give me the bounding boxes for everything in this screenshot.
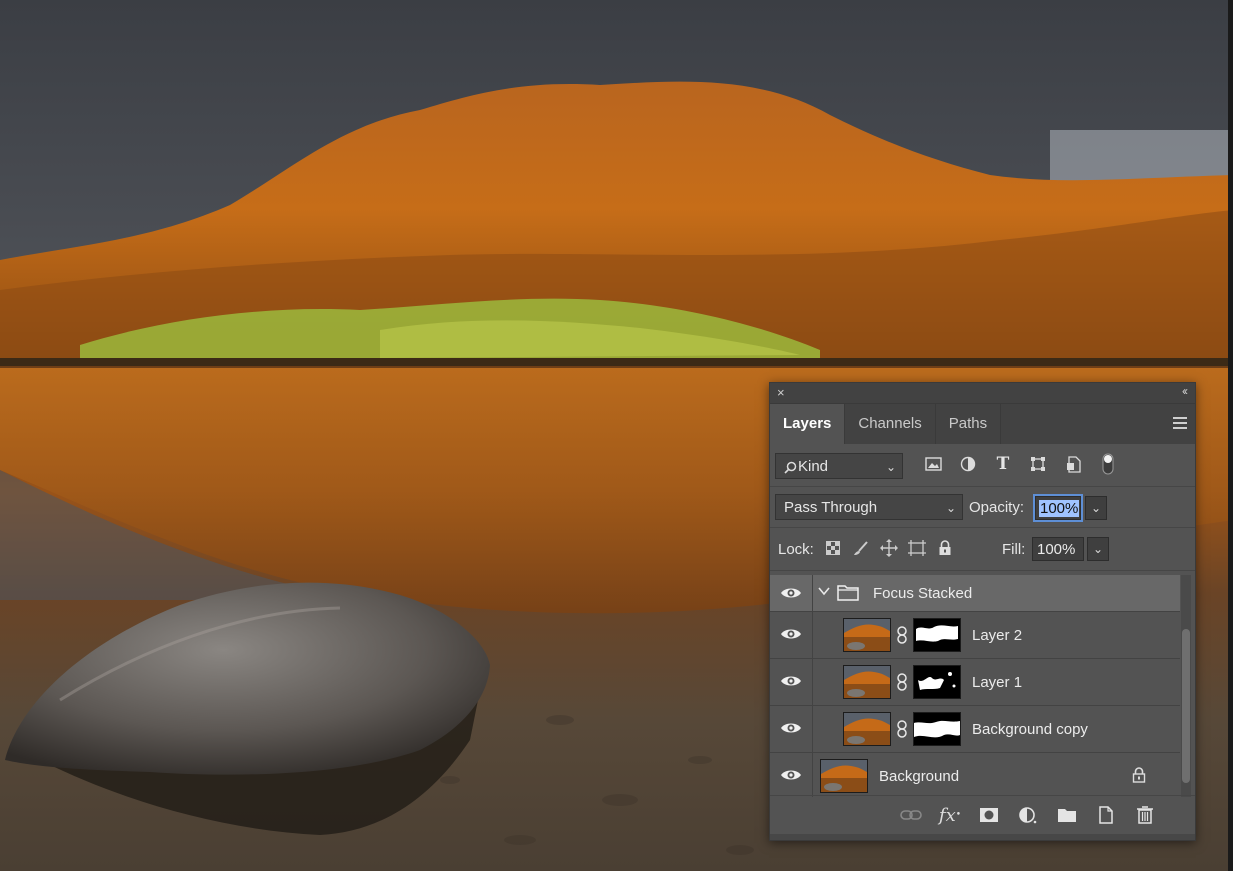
layer-thumbnail[interactable] [843,712,891,746]
smart-object-filter-icon[interactable] [1060,452,1086,476]
visibility-eye-icon[interactable] [780,626,802,642]
layer-mask-thumbnail[interactable] [913,618,961,652]
new-group-icon[interactable] [1053,804,1081,826]
layer-name: Layer 1 [972,674,1023,691]
blend-mode-select[interactable]: Pass Through ⌄ [775,494,963,520]
blend-mode-label: Pass Through [784,499,878,516]
fill-input[interactable]: 100% [1032,537,1084,561]
folder-icon [837,585,859,601]
visibility-eye-icon[interactable] [780,585,802,601]
new-layer-icon[interactable] [1092,804,1120,826]
panel-title-bar: × ‹‹ [770,383,1195,404]
panel-menu-icon[interactable] [1173,417,1187,432]
filter-kind-label: Kind [798,458,829,475]
image-filter-icon[interactable] [920,452,946,476]
lock-transparent-pixels-icon[interactable] [822,538,844,558]
lock-image-pixels-icon[interactable] [850,538,872,558]
layer-thumbnail[interactable] [820,759,868,793]
add-mask-icon[interactable] [975,804,1003,826]
layers-panel: × ‹‹ Layers Channels Paths Kind ⌄ T Pass… [769,382,1196,841]
layer-row[interactable]: Background [770,753,1180,797]
lock-artboard-icon[interactable] [906,538,928,558]
layer-row[interactable]: Layer 1 [770,659,1180,706]
opacity-label: Opacity: [969,499,1025,516]
chevron-down-icon: ⌄ [945,501,956,515]
layer-thumbnail[interactable] [843,665,891,699]
layers-list: Focus Stacked Layer 2 Layer 1 Background… [770,575,1180,797]
filter-icons: T [920,452,1121,476]
fill-label: Fill: [1002,541,1026,558]
tab-layers[interactable]: Layers [770,404,846,444]
adjustment-layer-icon[interactable] [1014,804,1042,826]
fx-icon[interactable]: fx • [936,804,964,826]
lock-row: Lock: Fill: 100% ⌄ [770,528,1195,571]
adjustment-filter-icon[interactable] [955,452,981,476]
footer-icons: fx • [897,804,1159,826]
chevron-down-icon: ⌄ [885,460,896,474]
layer-name: Layer 2 [972,627,1023,644]
layers-scrollbar[interactable] [1181,575,1191,797]
panel-resize-grip[interactable] [770,834,1195,840]
mask-link-icon[interactable] [896,720,908,738]
link-layers-icon[interactable] [897,804,925,826]
layer-group-row[interactable]: Focus Stacked [770,575,1180,612]
visibility-eye-icon[interactable] [780,720,802,736]
close-panel-icon[interactable]: × [777,385,785,400]
layer-mask-thumbnail[interactable] [913,665,961,699]
tab-paths[interactable]: Paths [936,404,1002,444]
filter-kind-select[interactable]: Kind ⌄ [775,453,903,479]
visibility-eye-icon[interactable] [780,673,802,689]
layer-row[interactable]: Layer 2 [770,612,1180,659]
layer-name: Focus Stacked [873,585,973,602]
opacity-dropdown-button[interactable]: ⌄ [1085,496,1107,520]
mask-link-icon[interactable] [896,673,908,691]
tab-channels[interactable]: Channels [845,404,936,444]
mask-link-icon[interactable] [896,626,908,644]
layer-name: Background copy [972,721,1088,738]
trash-icon[interactable] [1131,804,1159,826]
lock-icons [822,538,956,558]
layer-row[interactable]: Background copy [770,706,1180,753]
layer-mask-thumbnail[interactable] [913,712,961,746]
filter-toggle-icon[interactable] [1095,452,1121,476]
fill-dropdown-button[interactable]: ⌄ [1087,537,1109,561]
chevron-down-icon[interactable] [818,586,830,596]
type-filter-icon[interactable]: T [990,452,1016,476]
collapse-panel-icon[interactable]: ‹‹ [1182,384,1188,398]
panel-tabs: Layers Channels Paths [770,404,1195,444]
lock-all-icon[interactable] [934,538,956,558]
layer-name: Background [879,768,960,785]
filter-row: Kind ⌄ T [770,444,1195,487]
search-icon [784,461,797,474]
shape-filter-icon[interactable] [1025,452,1051,476]
lock-position-icon[interactable] [878,538,900,558]
visibility-eye-icon[interactable] [780,767,802,783]
scrollbar-thumb[interactable] [1182,629,1190,783]
panel-footer: fx • [770,795,1195,840]
opacity-input[interactable]: 100% [1033,494,1083,522]
layer-thumbnail[interactable] [843,618,891,652]
blend-row: Pass Through ⌄ Opacity: 100% ⌄ [770,487,1195,528]
layer-lock-icon [1132,767,1146,783]
lock-label: Lock: [778,541,814,558]
